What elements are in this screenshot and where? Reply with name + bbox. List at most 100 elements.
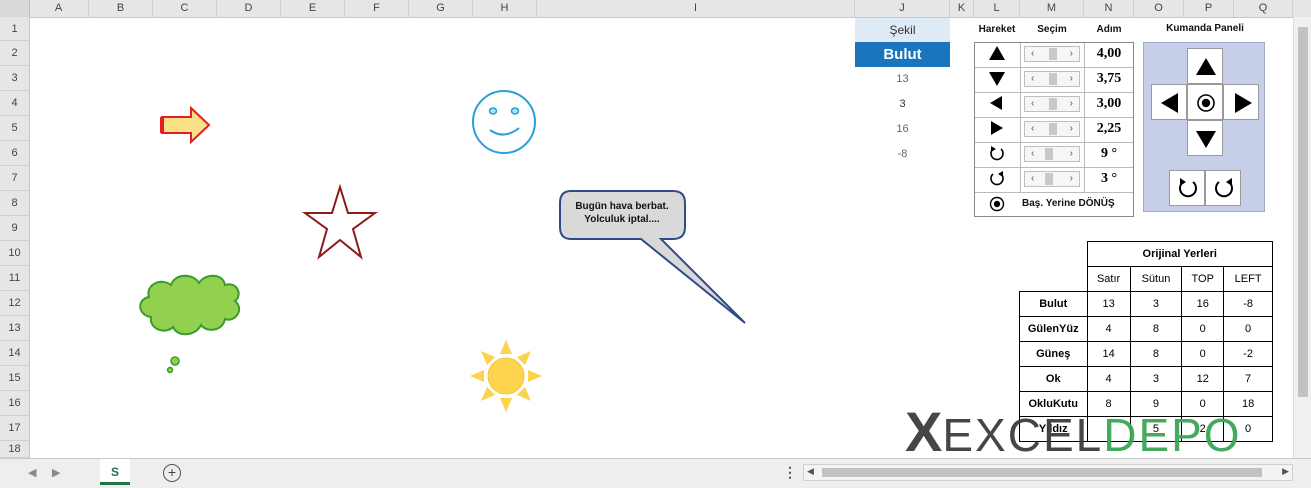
table-row: Güneş 14 8 0 -2 xyxy=(1019,341,1273,367)
sheet-tab-s[interactable]: S xyxy=(100,459,130,485)
row-header[interactable]: 7 xyxy=(0,166,29,191)
col-header-I[interactable]: I xyxy=(537,0,855,17)
vertical-scroll-thumb[interactable] xyxy=(1298,27,1308,397)
orig-header-top: TOP xyxy=(1181,266,1225,292)
cloud-shape[interactable] xyxy=(139,274,241,374)
step-selector-rotate-cw[interactable]: ‹ › xyxy=(1024,146,1080,162)
add-sheet-button[interactable]: + xyxy=(163,464,181,482)
col-header-K[interactable]: K xyxy=(950,0,974,17)
reset-target-icon xyxy=(1197,94,1215,112)
panel-up-button[interactable] xyxy=(1187,48,1223,84)
scroll-left-icon[interactable]: ◀ xyxy=(807,466,814,477)
table-cell: 14 xyxy=(1086,341,1131,367)
exceldepo-watermark: XEXCELDEPO xyxy=(905,402,1242,462)
row-header[interactable]: 5 xyxy=(0,116,29,141)
row-header[interactable]: 13 xyxy=(0,316,29,341)
sekil-value-left: -8 xyxy=(897,148,908,160)
watermark-excel: EXCEL xyxy=(942,409,1104,461)
step-selector-left[interactable]: ‹ › xyxy=(1024,96,1080,112)
tab-scroll-right-icon[interactable]: ▶ xyxy=(52,466,60,479)
row-header[interactable]: 12 xyxy=(0,291,29,316)
shape-selector-dropdown[interactable]: Bulut xyxy=(855,42,950,67)
row-header[interactable]: 14 xyxy=(0,341,29,366)
panel-right-button[interactable] xyxy=(1223,84,1259,120)
table-row: Ok 4 3 12 7 xyxy=(1019,366,1273,392)
step-value-down: 3,75 xyxy=(1096,71,1122,86)
down-arrow-icon xyxy=(1196,131,1216,148)
col-header-M[interactable]: M xyxy=(1020,0,1084,17)
row-header[interactable]: 8 xyxy=(0,191,29,216)
row-header[interactable]: 6 xyxy=(0,141,29,166)
panel-down-button[interactable] xyxy=(1187,120,1223,156)
table-cell: 3 xyxy=(1129,366,1183,392)
row-header[interactable]: 2 xyxy=(0,41,29,66)
table-row: Bulut 13 3 16 -8 xyxy=(1019,291,1273,317)
hareket-header: Hareket xyxy=(978,24,1016,35)
sun-shape[interactable] xyxy=(470,340,542,412)
rotate-counterclockwise-icon xyxy=(990,171,1004,186)
orig-table-title: Orijinal Yerleri xyxy=(1086,241,1273,267)
step-selector-rotate-ccw[interactable]: ‹ › xyxy=(1024,171,1080,187)
table-cell: 3 xyxy=(1129,291,1183,317)
orig-header-sutun: Sütun xyxy=(1129,266,1183,292)
up-arrow-icon xyxy=(989,46,1005,60)
row-name: Ok xyxy=(1019,366,1088,392)
row-header[interactable]: 11 xyxy=(0,266,29,291)
col-header-A[interactable]: A xyxy=(29,0,89,17)
secim-header: Seçim xyxy=(1037,24,1067,35)
col-header-B[interactable]: B xyxy=(89,0,153,17)
row-header[interactable]: 1 xyxy=(0,17,29,41)
panel-left-button[interactable] xyxy=(1151,84,1187,120)
col-header-L[interactable]: L xyxy=(974,0,1020,17)
row-name: Güneş xyxy=(1019,341,1088,367)
row-header[interactable]: 18 xyxy=(0,441,29,458)
panel-center-reset-button[interactable] xyxy=(1187,84,1223,120)
rotate-clockwise-icon xyxy=(990,146,1004,161)
sekil-value-col: 3 xyxy=(899,98,906,110)
watermark-depo: DEPO xyxy=(1103,409,1242,461)
row-header[interactable]: 15 xyxy=(0,366,29,391)
table-cell: -8 xyxy=(1223,291,1273,317)
tab-scroll-left-icon[interactable]: ◀ xyxy=(28,466,36,479)
col-header-F[interactable]: F xyxy=(345,0,409,17)
table-cell: 16 xyxy=(1181,291,1225,317)
orig-header-left: LEFT xyxy=(1223,266,1273,292)
step-selector-down[interactable]: ‹ › xyxy=(1024,71,1080,87)
select-all-corner[interactable] xyxy=(0,0,30,18)
row-header[interactable]: 3 xyxy=(0,66,29,91)
row-header[interactable]: 16 xyxy=(0,391,29,416)
watermark-x-logo: X xyxy=(905,400,943,463)
row-header[interactable]: 4 xyxy=(0,91,29,116)
star-shape[interactable] xyxy=(301,183,379,260)
panel-rotate-ccw-button[interactable] xyxy=(1205,170,1241,206)
col-header-E[interactable]: E xyxy=(281,0,345,17)
horizontal-scroll-thumb[interactable] xyxy=(822,468,1262,477)
col-header-P[interactable]: P xyxy=(1184,0,1234,17)
shapes-layer xyxy=(139,90,746,412)
step-value-rotate-cw: 9 ° xyxy=(1100,146,1118,161)
callout-text: Bugün hava berbat. Yolculuk iptal.... xyxy=(560,200,684,226)
column-header-bar: A B C D E F G H I J K L M N O P Q xyxy=(0,0,1311,18)
col-header-C[interactable]: C xyxy=(153,0,217,17)
step-selector-up[interactable]: ‹ › xyxy=(1024,46,1080,62)
arrow-shape[interactable] xyxy=(160,105,211,145)
col-header-O[interactable]: O xyxy=(1134,0,1184,17)
table-cell: 0 xyxy=(1181,341,1225,367)
row-header[interactable]: 10 xyxy=(0,241,29,266)
row-header-bar: 1 2 3 4 5 6 7 8 9 10 11 12 13 14 15 16 1… xyxy=(0,17,30,458)
vertical-scrollbar[interactable] xyxy=(1293,17,1311,458)
col-header-D[interactable]: D xyxy=(217,0,281,17)
col-header-N[interactable]: N xyxy=(1084,0,1134,17)
row-header[interactable]: 17 xyxy=(0,416,29,441)
col-header-J[interactable]: J xyxy=(855,0,950,17)
col-header-G[interactable]: G xyxy=(409,0,473,17)
more-options-icon[interactable]: ⋮ xyxy=(783,464,797,481)
col-header-Q[interactable]: Q xyxy=(1234,0,1293,17)
smiley-face-shape[interactable] xyxy=(472,90,536,154)
row-header[interactable]: 9 xyxy=(0,216,29,241)
panel-rotate-cw-button[interactable] xyxy=(1169,170,1205,206)
horizontal-scrollbar[interactable]: ◀ ▶ xyxy=(803,464,1293,481)
col-header-H[interactable]: H xyxy=(473,0,537,17)
scroll-right-icon[interactable]: ▶ xyxy=(1282,466,1289,477)
step-selector-right[interactable]: ‹ › xyxy=(1024,121,1080,137)
